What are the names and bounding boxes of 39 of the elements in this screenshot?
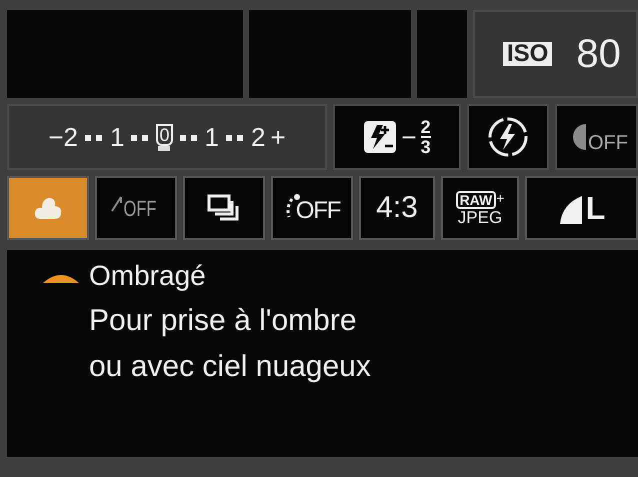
setting-value: L xyxy=(586,192,606,224)
setting-tile[interactable] xyxy=(7,176,89,240)
scale-label: 1 xyxy=(204,124,219,150)
fraction-numerator: 2 xyxy=(420,118,431,138)
fraction-denominator: 3 xyxy=(420,138,431,156)
scale-dots-icon xyxy=(178,133,200,141)
continuous-shooting-icon xyxy=(207,193,241,223)
feature-panel[interactable]: OFF xyxy=(555,104,638,170)
setting-tile[interactable]: OFF xyxy=(95,176,177,240)
flash-icon xyxy=(487,116,529,158)
setting-value: OFF xyxy=(296,199,340,223)
exposure-scale[interactable]: −2 1 0 1 2 + xyxy=(7,104,327,170)
plus-sign: + xyxy=(496,190,504,204)
scale-label: + xyxy=(270,124,286,150)
scale-dots-icon xyxy=(224,133,246,141)
size-icon xyxy=(558,196,582,224)
off-label: OFF xyxy=(588,133,628,153)
flash-mode-panel[interactable] xyxy=(467,104,549,170)
raw-badge: RAW xyxy=(456,190,496,208)
scale-label: 2 xyxy=(250,124,266,150)
scale-label: −2 xyxy=(48,124,78,150)
description-line: Pour prise à l'ombre xyxy=(89,306,358,336)
flash-compensation-icon xyxy=(363,120,398,154)
setting-tile[interactable]: L xyxy=(525,176,638,240)
iso-badge: ISO xyxy=(503,42,552,66)
mode-title: Ombragé xyxy=(89,262,206,290)
description-line: ou avec ciel nuageux xyxy=(89,352,372,382)
setting-value: 4:3 xyxy=(376,193,418,223)
iso-value: 80 xyxy=(576,34,621,74)
setting-tile[interactable] xyxy=(183,176,265,240)
setting-value: OFF xyxy=(123,198,156,220)
setting-tile[interactable]: RAW + JPEG xyxy=(441,176,519,240)
setting-tile[interactable]: OFF xyxy=(271,176,353,240)
minus-sign: − xyxy=(401,124,417,150)
setting-tile[interactable]: 4:3 xyxy=(359,176,435,240)
setting-value: JPEG xyxy=(458,208,502,226)
exposure-marker-icon xyxy=(158,146,170,150)
scale-label: 1 xyxy=(110,124,124,150)
lighting-icon xyxy=(110,196,122,212)
